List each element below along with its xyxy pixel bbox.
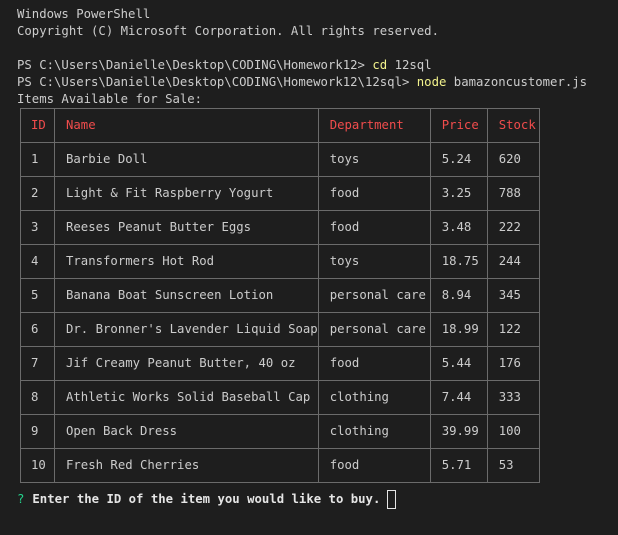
cell-name: Jif Creamy Peanut Butter, 40 oz: [54, 346, 319, 381]
table-row: 5 Banana Boat Sunscreen Lotion personal ca…: [20, 278, 540, 313]
cell-stock: 222: [486, 210, 540, 245]
command-name: node: [416, 75, 447, 89]
command-args: 12sql: [387, 58, 432, 72]
prompt-path: PS C:\Users\Danielle\Desktop\CODING\Home…: [17, 58, 373, 72]
cell-name: Reeses Peanut Butter Eggs: [54, 210, 319, 245]
cell-department: food: [317, 176, 431, 211]
table-row: 9 Open Back Dress clothing 39.99 100: [20, 414, 540, 449]
header-department: Department: [317, 108, 431, 143]
cell-department: food: [317, 346, 431, 381]
table-header-row: ID Name Department Price Stock: [20, 108, 540, 143]
cell-price: 18.99: [429, 312, 488, 347]
cell-name: Fresh Red Cherries: [54, 448, 319, 483]
prompt-path: PS C:\Users\Danielle\Desktop\CODING\Home…: [17, 75, 417, 89]
cell-id: 2: [20, 176, 55, 211]
cell-stock: 244: [486, 244, 540, 279]
cell-stock: 620: [486, 142, 540, 177]
table-row: 3 Reeses Peanut Butter Eggs food 3.48 222: [20, 210, 540, 245]
cell-department: food: [317, 448, 431, 483]
cell-name: Barbie Doll: [54, 142, 319, 177]
table-row: 4 Transformers Hot Rod toys 18.75 244: [20, 244, 540, 279]
cell-price: 5.44: [429, 346, 488, 381]
cell-name: Athletic Works Solid Baseball Cap: [54, 380, 319, 415]
table-row: 1 Barbie Doll toys 5.24 620: [20, 142, 540, 177]
cell-price: 5.24: [429, 142, 488, 177]
cell-department: clothing: [317, 380, 431, 415]
header-name: Name: [54, 108, 319, 143]
header-stock: Stock: [486, 108, 540, 143]
cell-id: 4: [20, 244, 55, 279]
cell-name: Transformers Hot Rod: [54, 244, 319, 279]
cell-department: personal care: [317, 278, 431, 313]
table-row: 2 Light & Fit Raspberry Yogurt food 3.25 788: [20, 176, 540, 211]
command-name: cd: [372, 58, 388, 72]
cell-price: 39.99: [429, 414, 488, 449]
cell-department: toys: [317, 244, 431, 279]
terminal-title-line: Windows PowerShell: [17, 7, 151, 21]
cell-price: 18.75: [429, 244, 488, 279]
cell-id: 7: [20, 346, 55, 381]
cell-department: clothing: [317, 414, 431, 449]
cell-stock: 122: [486, 312, 540, 347]
input-prompt: ? Enter the ID of the item you would lik…: [17, 489, 618, 509]
cell-id: 3: [20, 210, 55, 245]
cell-id: 8: [20, 380, 55, 415]
cell-stock: 176: [486, 346, 540, 381]
cell-id: 1: [20, 142, 55, 177]
command-line-cd: PS C:\Users\Danielle\Desktop\CODING\Home…: [17, 57, 618, 74]
table-row: 7 Jif Creamy Peanut Butter, 40 oz food 5.44…: [20, 346, 540, 381]
output-heading: Items Available for Sale:: [17, 92, 203, 106]
cell-price: 7.44: [429, 380, 488, 415]
input-cursor[interactable]: [387, 489, 397, 509]
cell-price: 8.94: [429, 278, 488, 313]
inventory-table: ID Name Department Price Stock 1 Barbie D…: [20, 108, 540, 483]
cell-name: Open Back Dress: [54, 414, 319, 449]
cell-id: 6: [20, 312, 55, 347]
cell-stock: 333: [486, 380, 540, 415]
table-row: 6 Dr. Bronner's Lavender Liquid Soap perso…: [20, 312, 540, 347]
prompt-question: Enter the ID of the item you would like …: [32, 491, 381, 506]
cell-name: Light & Fit Raspberry Yogurt: [54, 176, 319, 211]
cell-stock: 53: [486, 448, 540, 483]
command-args: bamazoncustomer.js: [446, 75, 588, 89]
table-body: 1 Barbie Doll toys 5.24 620 2 Light & Fit Rasp…: [20, 142, 540, 483]
cell-id: 10: [20, 448, 55, 483]
question-mark-icon: ?: [17, 491, 25, 506]
cell-name: Dr. Bronner's Lavender Liquid Soap: [54, 312, 319, 347]
header-price: Price: [429, 108, 488, 143]
cell-department: personal care: [317, 312, 431, 347]
cell-department: toys: [317, 142, 431, 177]
header-id: ID: [20, 108, 55, 143]
table-row: 10 Fresh Red Cherries food 5.71 53: [20, 448, 540, 483]
command-line-node: PS C:\Users\Danielle\Desktop\CODING\Home…: [17, 74, 618, 91]
cell-price: 3.48: [429, 210, 488, 245]
cell-department: food: [317, 210, 431, 245]
cell-stock: 100: [486, 414, 540, 449]
cell-id: 9: [20, 414, 55, 449]
cell-name: Banana Boat Sunscreen Lotion: [54, 278, 319, 313]
cell-stock: 788: [486, 176, 540, 211]
cell-price: 3.25: [429, 176, 488, 211]
table-row: 8 Athletic Works Solid Baseball Cap clothi…: [20, 380, 540, 415]
powershell-terminal[interactable]: Windows PowerShell Copyright (C) Microso…: [0, 0, 618, 535]
cell-id: 5: [20, 278, 55, 313]
copyright-line: Copyright (C) Microsoft Corporation. All…: [17, 24, 439, 38]
cell-stock: 345: [486, 278, 540, 313]
cell-price: 5.71: [429, 448, 488, 483]
